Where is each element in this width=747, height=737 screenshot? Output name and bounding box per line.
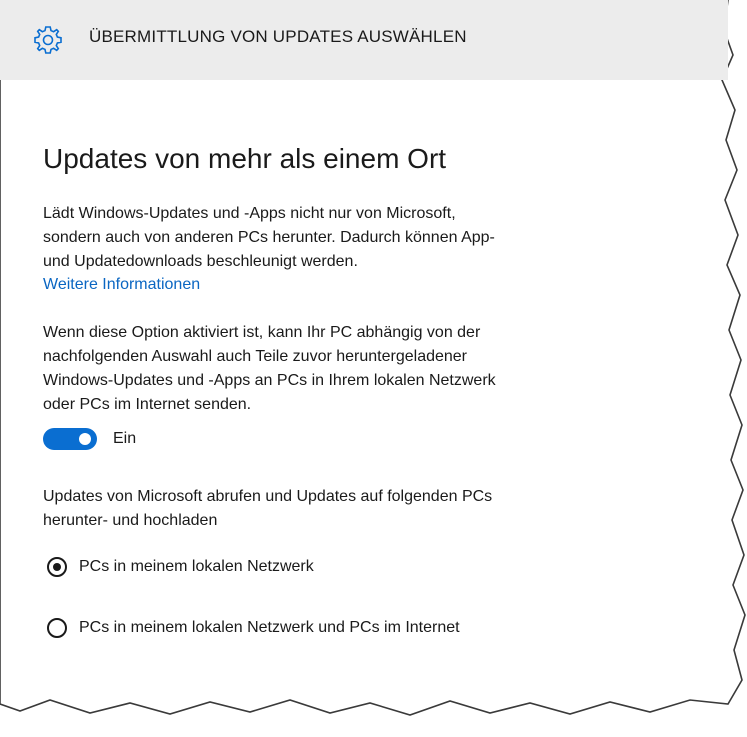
option-info-line: Windows-Updates und -Apps an PCs in Ihre…	[43, 372, 496, 389]
option-info-line: oder PCs im Internet senden.	[43, 396, 252, 413]
gear-icon	[30, 22, 66, 58]
toggle-knob	[79, 433, 91, 445]
description-text: Lädt Windows-Updates und -Apps nicht nur…	[43, 202, 603, 274]
delivery-optimization-toggle-row: Ein	[43, 428, 136, 450]
source-prompt-line: Updates von Microsoft abrufen und Update…	[43, 488, 493, 505]
radio-button-selected[interactable]	[47, 557, 67, 577]
option-info-line: Wenn diese Option aktiviert ist, kann Ih…	[43, 324, 481, 341]
toggle-state-label: Ein	[113, 430, 137, 447]
option-info-text: Wenn diese Option aktiviert ist, kann Ih…	[43, 321, 603, 417]
radio-button[interactable]	[47, 618, 67, 638]
title-bar: ÜBERMITTLUNG VON UPDATES AUSWÄHLEN	[0, 0, 728, 80]
description-line: sondern auch von anderen PCs herunter. D…	[43, 229, 495, 246]
description-line: und Updatedownloads beschleunigt werden.	[43, 253, 358, 270]
radio-local-network[interactable]: PCs in meinem lokalen Netzwerk	[47, 557, 314, 577]
settings-window: ÜBERMITTLUNG VON UPDATES AUSWÄHLEN Updat…	[0, 0, 747, 737]
radio-local-and-internet[interactable]: PCs in meinem lokalen Netzwerk und PCs i…	[47, 618, 460, 638]
radio-label: PCs in meinem lokalen Netzwerk	[79, 558, 314, 575]
page-title: ÜBERMITTLUNG VON UPDATES AUSWÄHLEN	[89, 27, 467, 46]
source-prompt-line: herunter- und hochladen	[43, 512, 218, 529]
radio-label: PCs in meinem lokalen Netzwerk und PCs i…	[79, 619, 460, 636]
more-info-link[interactable]: Weitere Informationen	[43, 273, 200, 297]
source-prompt-text: Updates von Microsoft abrufen und Update…	[43, 485, 603, 533]
section-heading: Updates von mehr als einem Ort	[43, 143, 447, 174]
description-line: Lädt Windows-Updates und -Apps nicht nur…	[43, 205, 456, 222]
delivery-optimization-toggle[interactable]	[43, 428, 97, 450]
option-info-line: nachfolgenden Auswahl auch Teile zuvor h…	[43, 348, 468, 365]
